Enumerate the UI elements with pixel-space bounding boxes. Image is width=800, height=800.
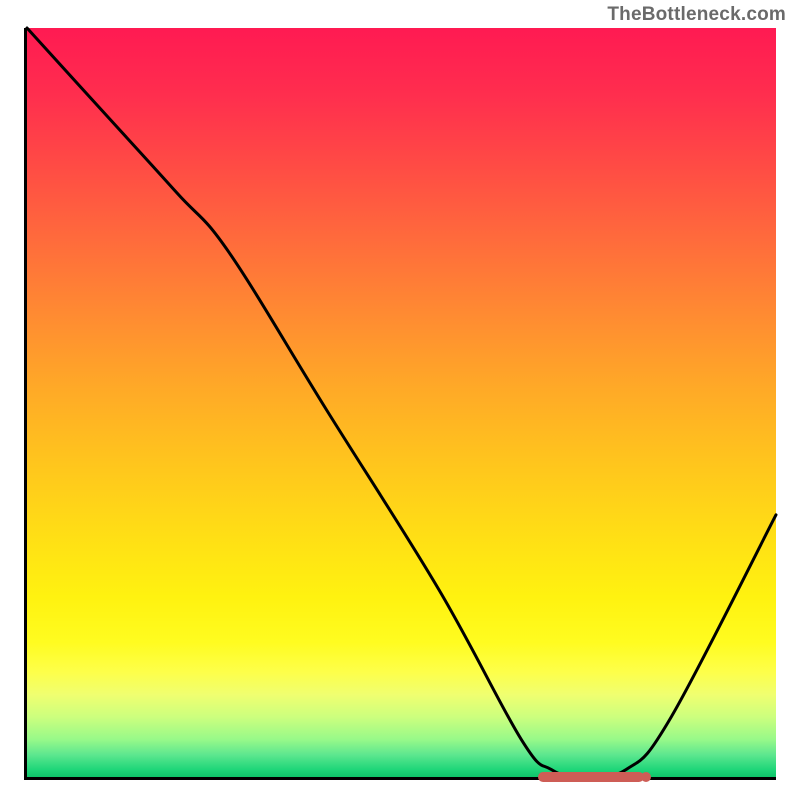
chart-plot-area	[24, 28, 776, 780]
optimum-range-marker	[538, 772, 643, 782]
optimum-range-end-dot	[641, 772, 651, 782]
bottleneck-curve	[27, 28, 776, 777]
watermark-text: TheBottleneck.com	[607, 4, 786, 26]
